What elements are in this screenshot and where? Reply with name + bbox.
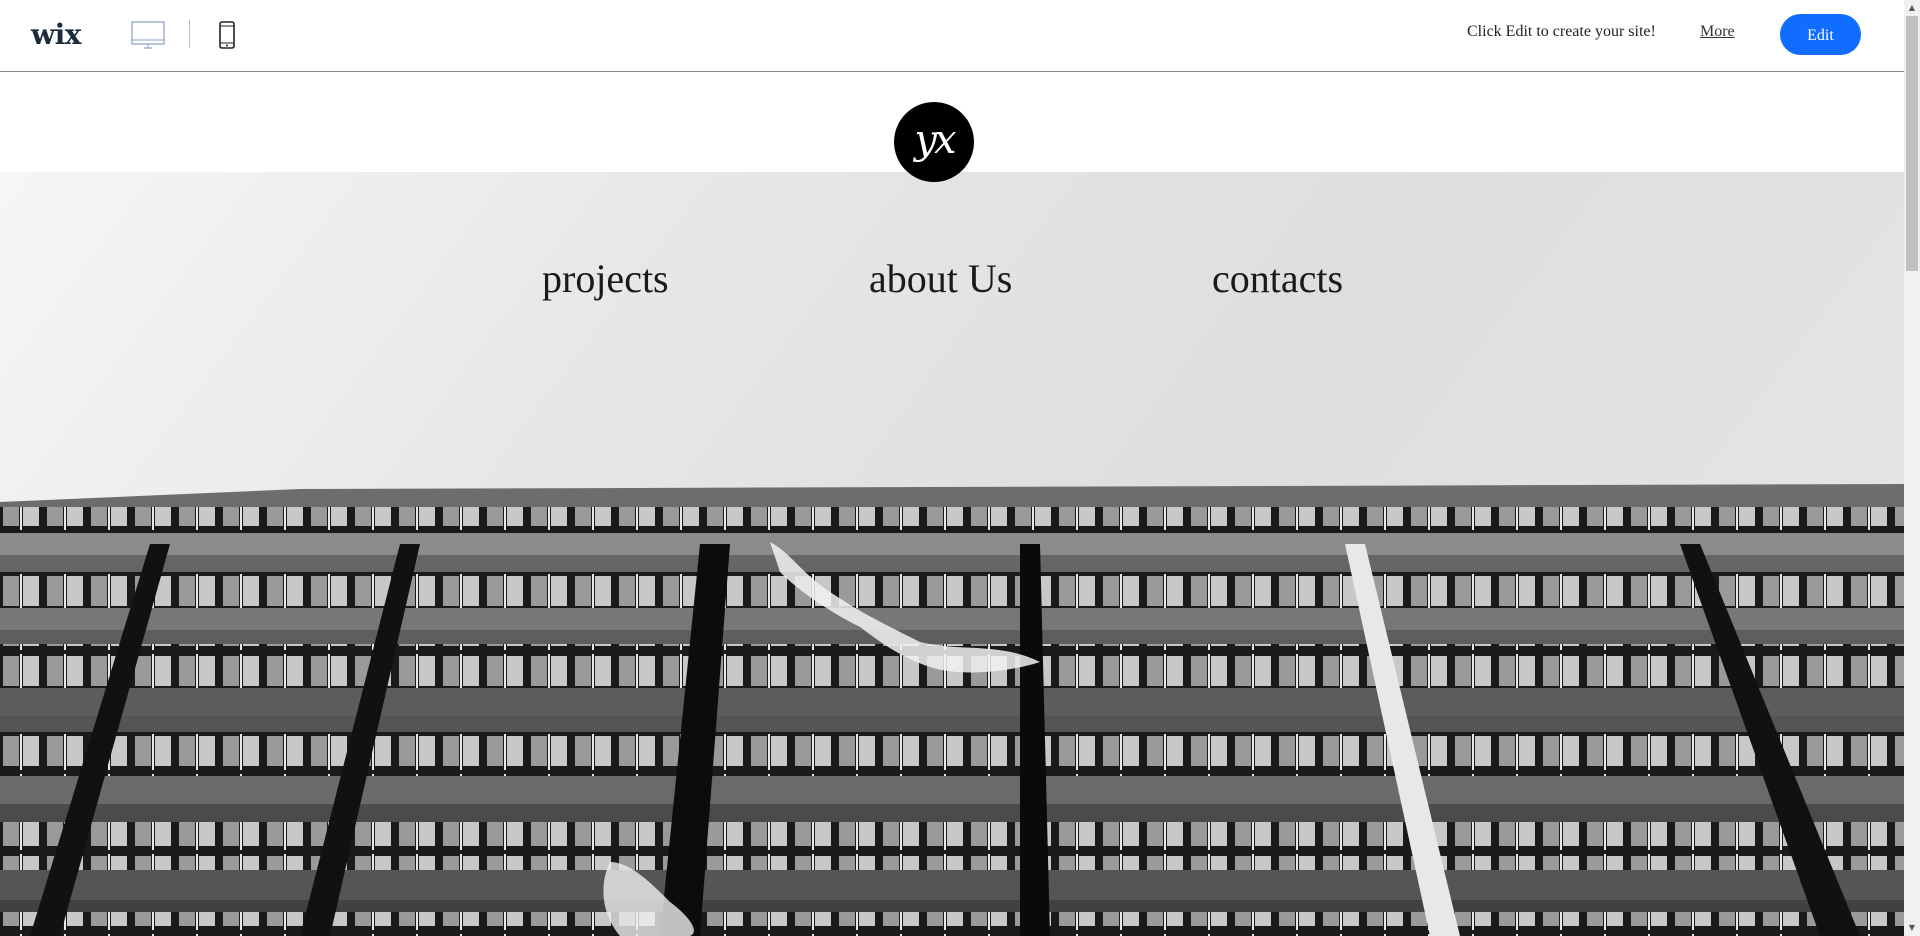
scroll-down-arrow-icon[interactable]: ▼	[1904, 920, 1920, 936]
page-scrollbar[interactable]: ▲ ▼	[1904, 0, 1920, 936]
mobile-icon[interactable]	[214, 20, 240, 56]
desktop-icon[interactable]	[131, 21, 165, 51]
site-preview: yx projects about Us contacts	[0, 73, 1904, 936]
device-divider	[189, 20, 190, 48]
nav-item-about-us[interactable]: about Us	[869, 255, 1012, 302]
site-logo[interactable]: yx	[894, 102, 974, 182]
scroll-up-arrow-icon[interactable]: ▲	[1904, 0, 1920, 16]
promo-text: Click Edit to create your site!	[1467, 23, 1656, 40]
scroll-thumb[interactable]	[1906, 16, 1918, 271]
edit-button[interactable]: Edit	[1780, 14, 1861, 55]
nav-item-projects[interactable]: projects	[542, 255, 669, 302]
more-link[interactable]: More	[1700, 23, 1735, 41]
wix-logo[interactable]: wix	[31, 15, 81, 55]
preview-topbar: wix Click Edit to create your site! More…	[0, 0, 1904, 72]
nav-item-contacts[interactable]: contacts	[1212, 255, 1343, 302]
